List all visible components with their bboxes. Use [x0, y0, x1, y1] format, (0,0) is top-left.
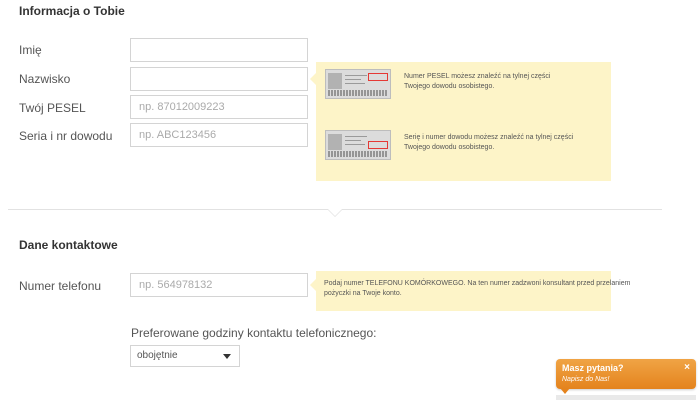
close-icon[interactable]: ×	[684, 362, 690, 373]
pesel-hint-text: Numer PESEL możesz znaleźć na tylnej czę…	[404, 72, 550, 92]
id-hint-pointer	[310, 73, 316, 85]
phone-label: Numer telefonu	[19, 279, 102, 293]
phone-hint-pointer	[310, 279, 316, 291]
id-number-hint-line2: Twojego dowodu osobistego.	[404, 144, 495, 151]
first-name-label: Imię	[19, 43, 42, 57]
chat-bar	[556, 395, 696, 400]
chevron-down-icon	[223, 354, 231, 359]
contact-hours-label: Preferowane godziny kontaktu telefoniczn…	[131, 326, 377, 340]
pesel-input[interactable]: np. 87012009223	[130, 95, 308, 119]
id-card-back-image-2	[325, 130, 391, 160]
chat-bubble-tail	[560, 388, 570, 394]
pesel-hint-line2: Twojego dowodu osobistego.	[404, 83, 495, 90]
contact-hours-select[interactable]: obojętnie	[130, 345, 240, 367]
first-name-input[interactable]	[130, 38, 308, 62]
id-number-hint-line1: Serię i numer dowodu możesz znaleźć na t…	[404, 134, 574, 141]
contact-hours-selected-value: obojętnie	[137, 350, 178, 361]
pesel-hint-line1: Numer PESEL możesz znaleźć na tylnej czę…	[404, 73, 551, 80]
phone-hint-line1: Podaj numer TELEFONU KOMÓRKOWEGO. Na ten…	[324, 280, 631, 287]
chat-subtitle: Napisz do Nas!	[562, 376, 610, 383]
personal-section-title: Informacja o Tobie	[19, 4, 125, 18]
id-card-back-image	[325, 69, 391, 99]
last-name-input[interactable]	[130, 67, 308, 91]
phone-input[interactable]: np. 564978132	[130, 273, 308, 297]
phone-hint-line2: pożyczki na Twoje konto.	[324, 290, 402, 297]
last-name-label: Nazwisko	[19, 72, 71, 86]
chat-widget[interactable]: Masz pytania? Napisz do Nas! ×	[556, 359, 696, 389]
chat-title: Masz pytania?	[562, 363, 624, 373]
id-number-label: Seria i nr dowodu	[19, 129, 113, 143]
id-number-hint-text: Serię i numer dowodu możesz znaleźć na t…	[404, 133, 573, 153]
contact-section-title: Dane kontaktowe	[19, 238, 118, 252]
phone-hint-text: Podaj numer TELEFONU KOMÓRKOWEGO. Na ten…	[324, 279, 630, 299]
id-number-input[interactable]: np. ABC123456	[130, 123, 308, 147]
pesel-label: Twój PESEL	[19, 101, 86, 115]
